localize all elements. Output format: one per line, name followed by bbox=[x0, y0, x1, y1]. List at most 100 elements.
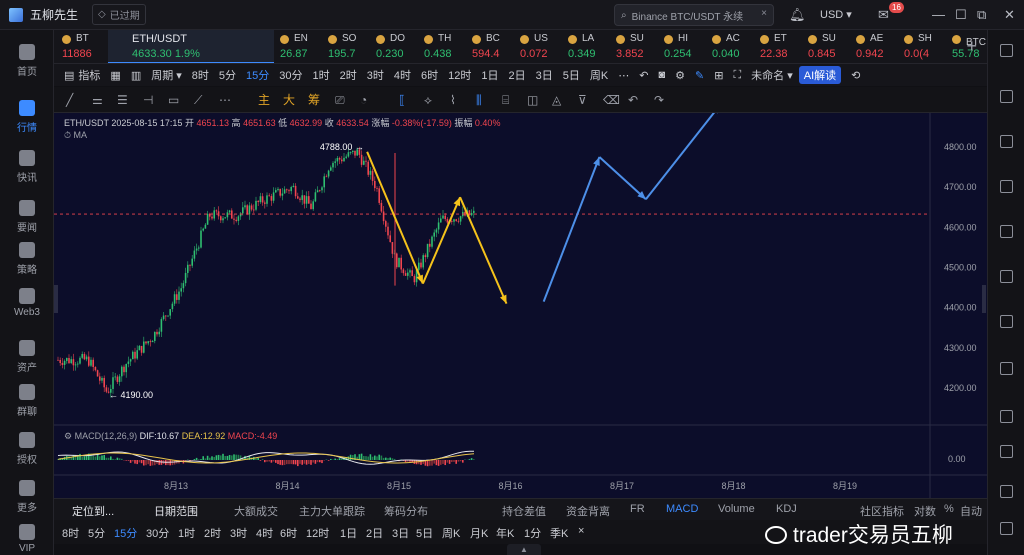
bottom-tf-3[interactable]: 30分 bbox=[146, 525, 169, 541]
columns-icon[interactable]: ⫼ bbox=[476, 93, 482, 107]
bottom-tf-11[interactable]: 2日 bbox=[366, 525, 383, 541]
bottom-tf-5[interactable]: 2时 bbox=[204, 525, 221, 541]
more-tools-icon[interactable]: ⋯ bbox=[219, 93, 231, 107]
indicator-button[interactable]: 指标 bbox=[78, 67, 100, 83]
timeframe-2[interactable]: 15分 bbox=[246, 67, 269, 83]
draw-tool-1[interactable]: 大 bbox=[283, 93, 295, 107]
nav-item-1[interactable]: 行情 bbox=[0, 100, 54, 134]
parallel-channel-icon[interactable]: ☰ bbox=[117, 93, 128, 107]
eraser-icon[interactable]: ⌇ bbox=[450, 93, 456, 107]
add-ticker-button[interactable]: + bbox=[966, 36, 977, 57]
lock-icon[interactable]: ⌸ bbox=[502, 93, 509, 107]
indicator-tab-8[interactable]: MACD bbox=[666, 503, 698, 515]
share-icon[interactable]: ⟲ bbox=[851, 69, 860, 82]
brush-icon[interactable]: ⟋ bbox=[194, 93, 202, 107]
period-select[interactable]: 周期 ▾ bbox=[151, 67, 182, 83]
indicator-tab-10[interactable]: KDJ bbox=[776, 503, 797, 515]
ai-analysis-button[interactable]: AI解读 bbox=[798, 66, 842, 84]
ma-indicator-label[interactable]: ⏱︎ MA bbox=[64, 130, 87, 141]
timeframe-10[interactable]: 1日 bbox=[481, 67, 498, 83]
timeframe-4[interactable]: 1时 bbox=[313, 67, 330, 83]
nav-item-3[interactable]: 要闻 bbox=[0, 200, 54, 234]
side-tool-icon-9[interactable] bbox=[1000, 445, 1013, 458]
select-icon[interactable]: ⟦ bbox=[399, 93, 405, 107]
mail-icon[interactable]: ✉ bbox=[878, 7, 889, 23]
rectangle-icon[interactable]: ▭ bbox=[168, 93, 179, 107]
timeframe-12[interactable]: 3日 bbox=[536, 67, 553, 83]
macd-settings-icon[interactable]: ⚙︎ bbox=[64, 431, 72, 441]
indicator-tab-0[interactable]: 定位到... bbox=[72, 503, 114, 519]
indicator-tab-4[interactable]: 筹码分布 bbox=[384, 503, 428, 519]
bottom-tf-10[interactable]: 1日 bbox=[340, 525, 357, 541]
indicator-tab-11[interactable]: 社区指标 bbox=[860, 503, 904, 519]
right-scroll-handle[interactable] bbox=[982, 285, 986, 313]
bottom-tf-13[interactable]: 5日 bbox=[416, 525, 433, 541]
currency-select[interactable]: USD ▾ bbox=[820, 8, 852, 21]
close-tf-icon[interactable]: × bbox=[578, 525, 584, 537]
indicator-tab-6[interactable]: 资金背离 bbox=[566, 503, 610, 519]
nav-item-5[interactable]: Web3 bbox=[0, 288, 54, 318]
timeframe-14[interactable]: 周K bbox=[590, 67, 608, 83]
bottom-tf-0[interactable]: 8时 bbox=[62, 525, 79, 541]
timeframe-5[interactable]: 2时 bbox=[340, 67, 357, 83]
side-tool-icon-7[interactable] bbox=[1000, 362, 1013, 375]
side-tool-icon-11[interactable] bbox=[1000, 522, 1013, 535]
nav-item-8[interactable]: 授权 bbox=[0, 432, 54, 466]
bottom-tf-14[interactable]: 周K bbox=[442, 525, 460, 541]
timeframe-0[interactable]: 8时 bbox=[192, 67, 209, 83]
indicator-tab-13[interactable]: % bbox=[944, 503, 954, 515]
timer-icon[interactable]: ◔ bbox=[360, 93, 367, 107]
settings-icon[interactable]: ⚙︎ bbox=[675, 69, 685, 82]
camera-icon[interactable]: ◙ bbox=[658, 69, 665, 81]
bottom-tf-2[interactable]: 15分 bbox=[114, 525, 137, 541]
layout-icon[interactable]: ▥ bbox=[131, 69, 141, 82]
bell-icon[interactable]: 🔔︎ bbox=[789, 7, 806, 23]
fullscreen-icon[interactable]: ⛶ bbox=[733, 69, 741, 82]
timeframe-11[interactable]: 2日 bbox=[509, 67, 526, 83]
grid-icon[interactable]: ⊞ bbox=[714, 69, 723, 82]
chart-type-icon[interactable]: ▤ bbox=[64, 69, 74, 82]
nav-item-7[interactable]: 群聊 bbox=[0, 384, 54, 418]
timeframe-1[interactable]: 5分 bbox=[219, 67, 236, 83]
trendline-icon[interactable]: ╱ bbox=[66, 93, 73, 107]
side-tool-icon-10[interactable] bbox=[1000, 485, 1013, 498]
collapse-handle-icon[interactable]: ▲ bbox=[507, 544, 541, 555]
draw-tool-2[interactable]: 筹 bbox=[308, 93, 320, 107]
bottom-tf-7[interactable]: 4时 bbox=[256, 525, 273, 541]
close-icon[interactable]: × bbox=[761, 8, 767, 19]
indicator-tab-14[interactable]: 自动 bbox=[960, 503, 982, 519]
indicator-tab-2[interactable]: 大额成交 bbox=[234, 503, 278, 519]
timeframe-8[interactable]: 6时 bbox=[421, 67, 438, 83]
side-tool-icon-3[interactable] bbox=[1000, 180, 1013, 193]
close-window-icon[interactable]: ✕ bbox=[1004, 7, 1015, 23]
nav-item-9[interactable]: 更多 bbox=[0, 480, 54, 514]
bottom-tf-12[interactable]: 3日 bbox=[392, 525, 409, 541]
indicator-tab-3[interactable]: 主力大单跟踪 bbox=[299, 503, 365, 519]
nav-item-2[interactable]: 快讯 bbox=[0, 150, 54, 184]
bottom-tf-15[interactable]: 月K bbox=[470, 525, 488, 541]
indicator-tab-12[interactable]: 对数 bbox=[914, 503, 936, 519]
indicator-tab-5[interactable]: 持仓差值 bbox=[502, 503, 546, 519]
bottom-tf-16[interactable]: 年K bbox=[496, 525, 514, 541]
nav-item-0[interactable]: 首页 bbox=[0, 44, 54, 78]
copy-icon[interactable]: ⎚ bbox=[335, 93, 345, 107]
indicator-tab-9[interactable]: Volume bbox=[718, 503, 755, 515]
bottom-tf-8[interactable]: 6时 bbox=[280, 525, 297, 541]
calendar-icon[interactable]: ▦ bbox=[110, 69, 120, 82]
left-scroll-handle[interactable] bbox=[54, 285, 58, 313]
side-tool-icon-2[interactable] bbox=[1000, 135, 1013, 148]
nav-item-6[interactable]: 资产 bbox=[0, 340, 54, 374]
timeframe-9[interactable]: 12时 bbox=[448, 67, 471, 83]
chart-area[interactable]: 4200.00 4300.00 4400.00 4500.00 4600.00 4700.… bbox=[54, 113, 987, 498]
side-tool-icon-1[interactable] bbox=[1000, 90, 1013, 103]
filter-icon[interactable]: ⊽ bbox=[578, 93, 587, 107]
draw-tool-0[interactable]: 主 bbox=[258, 93, 270, 107]
nav-item-4[interactable]: 策略 bbox=[0, 242, 54, 276]
timeframe-7[interactable]: 4时 bbox=[394, 67, 411, 83]
horizontal-lines-icon[interactable]: ⚌ bbox=[92, 93, 103, 107]
maximize-icon[interactable]: ☐ bbox=[955, 7, 967, 23]
magnet-icon[interactable]: ⟡ bbox=[424, 93, 432, 107]
more-options-icon[interactable]: ⋯ bbox=[618, 69, 629, 82]
side-tool-icon-4[interactable] bbox=[1000, 225, 1013, 238]
hide-icon[interactable]: ◫ bbox=[527, 93, 538, 107]
